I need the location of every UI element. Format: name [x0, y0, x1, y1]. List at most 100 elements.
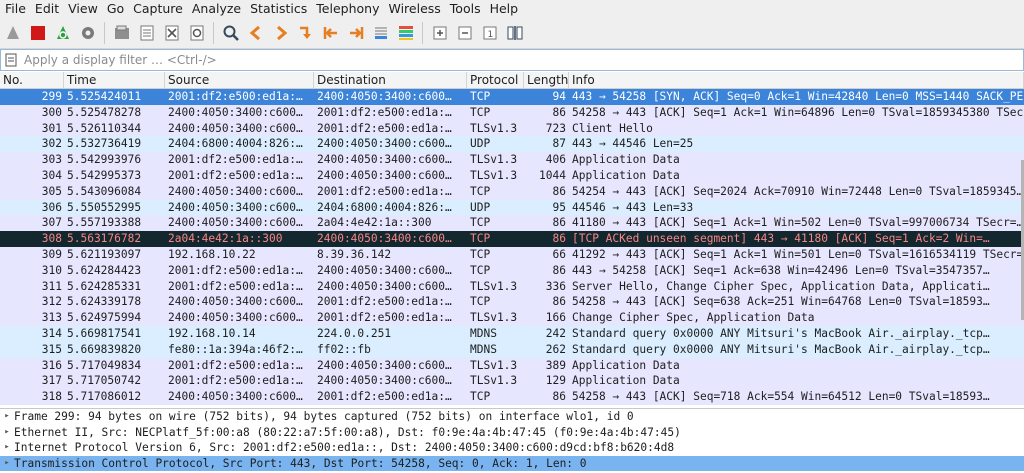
resize-columns-icon[interactable]	[504, 22, 526, 44]
table-row[interactable]: 3095.621193097192.168.10.228.39.36.142TC…	[0, 247, 1024, 263]
packet-length: 166	[524, 310, 569, 326]
table-row[interactable]: 3145.669817541192.168.10.14224.0.0.251MD…	[0, 326, 1024, 342]
autoscroll-icon[interactable]	[370, 22, 392, 44]
menu-go[interactable]: Go	[102, 0, 128, 18]
packet-protocol: TCP	[467, 105, 524, 121]
column-header-no[interactable]: No.	[0, 72, 64, 88]
table-row[interactable]: 3135.6249759942400:4050:3400:c600…2001:d…	[0, 310, 1024, 326]
packet-source: 2400:4050:3400:c600…	[165, 215, 314, 231]
packet-length: 86	[524, 231, 569, 247]
packet-protocol: TCP	[467, 247, 524, 263]
packet-time: 5.669817541	[64, 326, 165, 342]
detail-tree-item[interactable]: ▸Frame 299: 94 bytes on wire (752 bits),…	[0, 409, 1024, 425]
packet-length: 1044	[524, 168, 569, 184]
table-row[interactable]: 3045.5429953732001:df2:e500:ed1a:…2400:4…	[0, 168, 1024, 184]
table-row[interactable]: 3035.5429939762001:df2:e500:ed1a:…2400:4…	[0, 152, 1024, 168]
table-row[interactable]: 3155.669839820fe80::1a:394a:46f2:…ff02::…	[0, 342, 1024, 358]
column-header-source[interactable]: Source	[165, 72, 314, 88]
menu-edit[interactable]: Edit	[30, 0, 63, 18]
file-grid-icon[interactable]	[136, 22, 158, 44]
jump-to-packet-icon[interactable]	[295, 22, 317, 44]
shark-fin-start-icon[interactable]	[2, 22, 24, 44]
menu-bar: FileEditViewGoCaptureAnalyzeStatisticsTe…	[0, 0, 1024, 18]
menu-statistics[interactable]: Statistics	[245, 0, 311, 18]
menu-help[interactable]: Help	[485, 0, 523, 18]
expand-arrow-icon[interactable]: ▸	[0, 425, 14, 441]
packet-source: 2001:df2:e500:ed1a:…	[165, 152, 314, 168]
go-back-icon[interactable]	[245, 22, 267, 44]
packet-protocol: TLSv1.3	[467, 152, 524, 168]
go-first-icon[interactable]	[320, 22, 342, 44]
table-row[interactable]: 3005.5254782782400:4050:3400:c600…2001:d…	[0, 105, 1024, 121]
table-row[interactable]: 3125.6243391782400:4050:3400:c600…2001:d…	[0, 294, 1024, 310]
zoom-in-icon[interactable]	[429, 22, 451, 44]
column-header-destination[interactable]: Destination	[314, 72, 467, 88]
packet-length: 336	[524, 279, 569, 295]
packet-destination: 2001:df2:e500:ed1a:…	[314, 294, 467, 310]
expand-arrow-icon[interactable]: ▸	[0, 456, 14, 472]
menu-tools[interactable]: Tools	[445, 0, 485, 18]
packet-source: 2400:4050:3400:c600…	[165, 105, 314, 121]
menu-telephony[interactable]: Telephony	[311, 0, 383, 18]
reload-icon[interactable]	[186, 22, 208, 44]
table-row[interactable]: 3185.7170860122400:4050:3400:c600…2001:d…	[0, 389, 1024, 405]
packet-protocol: UDP	[467, 200, 524, 216]
packet-time: 5.717050742	[64, 373, 165, 389]
search-icon[interactable]	[220, 22, 242, 44]
table-row[interactable]: 3165.7170498342001:df2:e500:ed1a:…2400:4…	[0, 358, 1024, 374]
table-row[interactable]: 3175.7170507422001:df2:e500:ed1a:…2400:4…	[0, 373, 1024, 389]
menu-wireless[interactable]: Wireless	[383, 0, 444, 18]
gear-options-icon[interactable]	[77, 22, 99, 44]
packet-no: 318	[0, 389, 64, 405]
detail-tree-item[interactable]: ▸Internet Protocol Version 6, Src: 2001:…	[0, 440, 1024, 456]
packet-list[interactable]: No. Time Source Destination Protocol Len…	[0, 72, 1024, 405]
colorize-icon[interactable]	[395, 22, 417, 44]
go-forward-icon[interactable]	[270, 22, 292, 44]
packet-source: 192.168.10.22	[165, 247, 314, 263]
zoom-out-icon[interactable]	[454, 22, 476, 44]
column-header-time[interactable]: Time	[64, 72, 165, 88]
restart-shark-fin-icon[interactable]	[52, 22, 74, 44]
packet-protocol: MDNS	[467, 326, 524, 342]
column-header-protocol[interactable]: Protocol	[467, 72, 524, 88]
menu-file[interactable]: File	[0, 0, 30, 18]
packet-time: 5.717049834	[64, 358, 165, 374]
table-row[interactable]: 3085.5631767822a04:4e42:1a::3002400:4050…	[0, 231, 1024, 247]
packet-time: 5.550552995	[64, 200, 165, 216]
stop-square-icon[interactable]	[27, 22, 49, 44]
table-row-selected[interactable]: 2995.5254240112001:df2:e500:ed1a:…2400:4…	[0, 89, 1024, 105]
table-row[interactable]: 3015.5261103442400:4050:3400:c600…2001:d…	[0, 121, 1024, 137]
bookmark-filter-icon[interactable]	[4, 52, 20, 68]
menu-capture[interactable]: Capture	[128, 0, 187, 18]
packet-destination: 2001:df2:e500:ed1a:…	[314, 121, 467, 137]
menu-view[interactable]: View	[63, 0, 102, 18]
packet-length: 86	[524, 215, 569, 231]
packet-source: 2001:df2:e500:ed1a:…	[165, 89, 314, 105]
table-row[interactable]: 3075.5571933882400:4050:3400:c600…2a04:4…	[0, 215, 1024, 231]
packet-source: fe80::1a:394a:46f2:…	[165, 342, 314, 358]
open-folder-icon[interactable]	[111, 22, 133, 44]
normal-size-icon[interactable]: 1	[479, 22, 501, 44]
expand-arrow-icon[interactable]: ▸	[0, 409, 14, 425]
menu-analyze[interactable]: Analyze	[187, 0, 245, 18]
table-row[interactable]: 3105.6242844232001:df2:e500:ed1a:…2400:4…	[0, 263, 1024, 279]
packet-time: 5.525424011	[64, 89, 165, 105]
go-last-icon[interactable]	[345, 22, 367, 44]
column-header-info[interactable]: Info	[569, 72, 1024, 88]
packet-time: 5.624339178	[64, 294, 165, 310]
column-header-length[interactable]: Length	[524, 72, 569, 88]
packet-info: 443 → 44546 Len=25	[569, 136, 1024, 152]
svg-text:1: 1	[487, 30, 493, 40]
packet-info: 44546 → 443 Len=33	[569, 200, 1024, 216]
table-row[interactable]: 3115.6242853312001:df2:e500:ed1a:…2400:4…	[0, 279, 1024, 295]
table-row[interactable]: 3055.5430960842400:4050:3400:c600…2001:d…	[0, 184, 1024, 200]
packet-info: 443 → 54258 [ACK] Seq=1 Ack=638 Win=4249…	[569, 263, 1024, 279]
table-row[interactable]: 3065.5505529952400:4050:3400:c600…2404:6…	[0, 200, 1024, 216]
packet-info: 443 → 54258 [SYN, ACK] Seq=0 Ack=1 Win=4…	[569, 89, 1024, 105]
expand-arrow-icon[interactable]: ▸	[0, 440, 14, 456]
close-file-icon[interactable]	[161, 22, 183, 44]
detail-tree-item[interactable]: ▸Transmission Control Protocol, Src Port…	[0, 456, 1024, 472]
detail-tree-item[interactable]: ▸Ethernet II, Src: NECPlatf_5f:00:a8 (80…	[0, 425, 1024, 441]
display-filter-input[interactable]	[20, 50, 926, 70]
table-row[interactable]: 3025.5327364192404:6800:4004:826:…2400:4…	[0, 136, 1024, 152]
